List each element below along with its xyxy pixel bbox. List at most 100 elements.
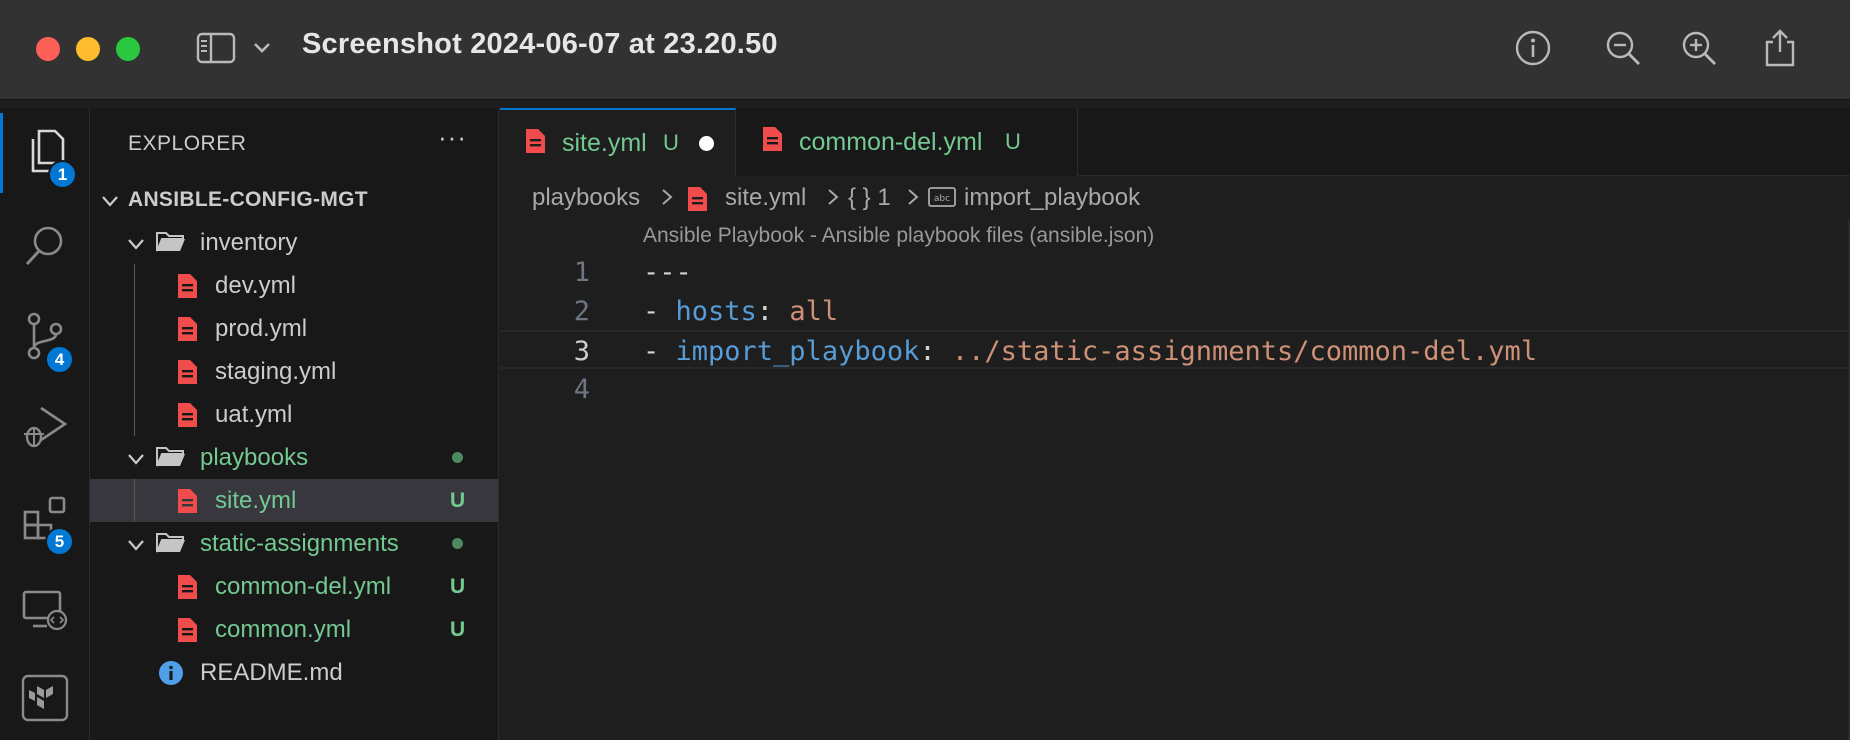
yaml-dash: - bbox=[643, 336, 676, 367]
line-number: 3 bbox=[573, 336, 590, 367]
yaml-value: ../static-assignments/common-del.yml bbox=[951, 336, 1538, 367]
explorer-badge: 1 bbox=[48, 160, 77, 189]
code-line[interactable]: 4 bbox=[500, 370, 1850, 409]
tree-file-prod[interactable]: prod.yml bbox=[90, 307, 498, 350]
tree-item-label: common.yml bbox=[215, 615, 352, 643]
string-symbol-icon: abc bbox=[928, 186, 956, 215]
git-untracked-badge: U bbox=[450, 574, 466, 598]
remote-explorer-icon bbox=[21, 586, 69, 639]
chevron-down-icon bbox=[126, 534, 146, 554]
remote-explorer-activity-button[interactable] bbox=[0, 572, 90, 652]
minimize-window-button[interactable] bbox=[76, 37, 100, 61]
breadcrumb-folder[interactable]: playbooks bbox=[532, 184, 640, 212]
tree-folder-playbooks[interactable]: playbooks bbox=[90, 436, 498, 479]
yaml-file-icon bbox=[176, 488, 198, 521]
info-icon[interactable] bbox=[1513, 28, 1553, 68]
chevron-right-icon bbox=[660, 182, 674, 219]
yaml-file-icon bbox=[524, 128, 546, 159]
breadcrumb: playbooks site.yml { } 1 abc import_play… bbox=[500, 178, 1850, 220]
yaml-key: hosts bbox=[675, 296, 757, 327]
tree-root-label: ANSIBLE-CONFIG-MGT bbox=[128, 187, 368, 211]
tab-label: common-del.yml bbox=[799, 127, 983, 156]
schema-codelens[interactable]: Ansible Playbook - Ansible playbook file… bbox=[643, 224, 1154, 248]
tree-file-uat[interactable]: uat.yml bbox=[90, 393, 498, 436]
terraform-icon bbox=[21, 674, 69, 727]
tree-item-label: README.md bbox=[200, 658, 343, 686]
tree-file-dev[interactable]: dev.yml bbox=[90, 264, 498, 307]
sidebar-toggle-icon[interactable] bbox=[196, 28, 236, 68]
breadcrumb-symbol[interactable]: import_playbook bbox=[964, 184, 1140, 212]
folder-open-icon bbox=[156, 230, 186, 261]
terraform-activity-button[interactable] bbox=[0, 660, 90, 740]
info-icon bbox=[158, 660, 184, 693]
tree-file-common-del[interactable]: common-del.yml U bbox=[90, 565, 498, 608]
tree-item-label: dev.yml bbox=[215, 271, 296, 299]
yaml-value: all bbox=[789, 296, 839, 327]
more-actions-button[interactable]: ··· bbox=[438, 122, 467, 153]
yaml-file-icon bbox=[176, 617, 198, 650]
tree-item-label: inventory bbox=[200, 228, 298, 256]
tree-item-label: staging.yml bbox=[215, 357, 337, 385]
tree-item-label: uat.yml bbox=[215, 400, 293, 428]
yaml-file-icon bbox=[176, 359, 198, 392]
code-line-active[interactable]: 3 - import_playbook: ../static-assignmen… bbox=[500, 330, 1850, 369]
git-untracked-badge: U bbox=[1005, 129, 1021, 154]
share-icon[interactable] bbox=[1760, 28, 1800, 68]
extensions-activity-button[interactable]: 5 bbox=[0, 480, 90, 560]
chevron-down-icon bbox=[100, 190, 120, 210]
source-control-activity-button[interactable]: 4 bbox=[0, 298, 90, 378]
yaml-colon: : bbox=[756, 296, 790, 327]
breadcrumb-file[interactable]: site.yml bbox=[725, 184, 806, 212]
tree-file-readme[interactable]: README.md bbox=[90, 651, 498, 694]
search-activity-button[interactable] bbox=[0, 208, 90, 288]
unsaved-changes-dot[interactable] bbox=[699, 136, 714, 151]
tab-common-del-yml[interactable]: common-del.yml U bbox=[737, 108, 1078, 176]
chevron-right-icon bbox=[826, 182, 840, 219]
run-debug-activity-button[interactable] bbox=[0, 388, 90, 468]
tree-file-site[interactable]: site.yml U bbox=[90, 479, 498, 522]
code-line[interactable]: 1 --- bbox=[500, 253, 1850, 292]
tree-item-label: playbooks bbox=[200, 443, 309, 471]
line-number: 2 bbox=[573, 296, 590, 327]
activity-bar: 1 4 5 bbox=[0, 108, 90, 740]
zoom-in-icon[interactable] bbox=[1679, 28, 1719, 68]
extensions-badge: 5 bbox=[45, 527, 74, 556]
yaml-file-icon bbox=[176, 273, 198, 306]
close-window-button[interactable] bbox=[36, 37, 60, 61]
tree-root-folder[interactable]: ANSIBLE-CONFIG-MGT bbox=[90, 178, 498, 221]
window-title: Screenshot 2024-06-07 at 23.20.50 bbox=[302, 28, 778, 60]
svg-text:abc: abc bbox=[934, 194, 950, 204]
yaml-file-icon bbox=[176, 316, 198, 349]
zoom-out-icon[interactable] bbox=[1603, 28, 1643, 68]
tab-site-yml[interactable]: site.yml U bbox=[500, 108, 736, 176]
code-line[interactable]: 2 - hosts: all bbox=[500, 292, 1850, 331]
chevron-down-icon bbox=[126, 448, 146, 468]
tree-folder-static-assignments[interactable]: static-assignments bbox=[90, 522, 498, 565]
yaml-file-icon bbox=[176, 402, 198, 435]
yaml-file-icon bbox=[686, 186, 708, 219]
git-untracked-badge: U bbox=[663, 130, 679, 155]
run-debug-icon bbox=[21, 402, 69, 455]
editor-tab-bar: site.yml U common-del.yml U bbox=[500, 108, 1850, 176]
yaml-file-icon bbox=[761, 126, 783, 157]
line-number: 4 bbox=[573, 374, 590, 405]
tree-folder-inventory[interactable]: inventory bbox=[90, 221, 498, 264]
line-content: - hosts: all bbox=[643, 292, 838, 331]
explorer-title: EXPLORER bbox=[128, 132, 247, 155]
tree-file-common[interactable]: common.yml U bbox=[90, 608, 498, 651]
chevron-down-icon[interactable] bbox=[244, 28, 280, 68]
zoom-window-button[interactable] bbox=[116, 37, 140, 61]
folder-open-icon bbox=[156, 445, 186, 476]
tree-file-staging[interactable]: staging.yml bbox=[90, 350, 498, 393]
git-untracked-badge: U bbox=[450, 488, 466, 512]
yaml-colon: : bbox=[919, 336, 952, 367]
yaml-dash: - bbox=[643, 296, 676, 327]
chevron-down-icon bbox=[126, 233, 146, 253]
explorer-activity-button[interactable]: 1 bbox=[0, 113, 90, 193]
line-content: --- bbox=[643, 253, 692, 292]
line-number: 1 bbox=[573, 257, 590, 288]
breadcrumb-section[interactable]: { } 1 bbox=[848, 184, 891, 212]
code-editor[interactable]: Ansible Playbook - Ansible playbook file… bbox=[500, 220, 1850, 740]
chevron-right-icon bbox=[906, 182, 920, 219]
yaml-key: import_playbook bbox=[675, 336, 920, 367]
